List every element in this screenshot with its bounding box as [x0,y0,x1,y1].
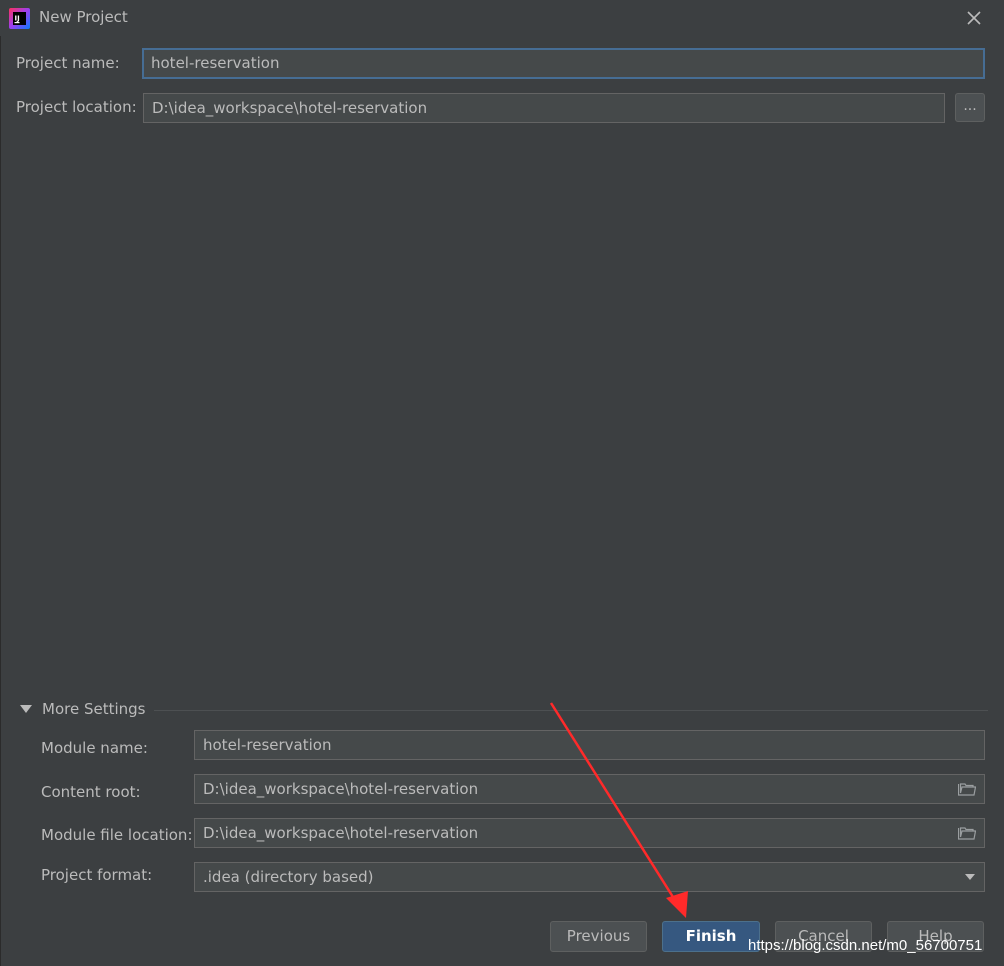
browse-location-button[interactable]: ... [955,93,985,122]
project-format-value: .idea (directory based) [203,868,374,886]
intellij-idea-icon: IJ [9,8,30,29]
folder-icon[interactable] [958,826,976,840]
expand-collapse-icon[interactable] [20,705,32,713]
more-settings-divider [154,710,988,711]
title-bar: IJ New Project [0,0,1004,36]
content-root-value: D:\idea_workspace\hotel-reservation [203,780,479,798]
module-file-location-label: Module file location: [41,826,193,844]
more-settings-header[interactable]: More Settings [42,700,145,718]
module-file-location-input[interactable]: D:\idea_workspace\hotel-reservation [194,818,985,848]
watermark-text: https://blog.csdn.net/m0_56700751 [748,937,983,954]
project-location-label: Project location: [16,98,137,116]
close-icon[interactable] [962,6,986,30]
finish-button[interactable]: Finish [662,921,760,952]
svg-text:IJ: IJ [15,15,20,23]
project-location-input[interactable]: D:\idea_workspace\hotel-reservation [143,93,945,123]
previous-button[interactable]: Previous [550,921,647,952]
module-file-location-value: D:\idea_workspace\hotel-reservation [203,824,479,842]
module-name-input[interactable]: hotel-reservation [194,730,985,760]
chevron-down-icon [965,874,975,880]
content-root-label: Content root: [41,783,141,801]
window-left-edge [0,36,1,966]
project-format-label: Project format: [41,866,153,884]
window-title: New Project [39,8,128,26]
project-format-select[interactable]: .idea (directory based) [194,862,985,892]
folder-icon[interactable] [958,782,976,796]
module-name-label: Module name: [41,739,148,757]
project-name-label: Project name: [16,54,120,72]
project-name-input[interactable]: hotel-reservation [142,48,985,79]
content-root-input[interactable]: D:\idea_workspace\hotel-reservation [194,774,985,804]
